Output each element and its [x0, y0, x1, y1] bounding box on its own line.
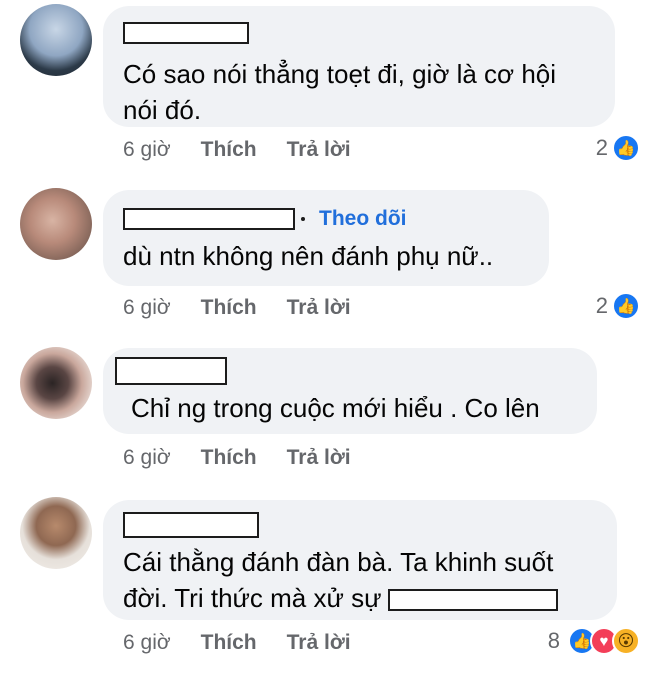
reaction-summary[interactable]: 8 👍 ♥ 😮	[548, 627, 640, 655]
redacted-text	[387, 589, 558, 612]
reply-button[interactable]: Trả lời	[287, 138, 351, 162]
wow-icon: 😮	[612, 627, 640, 655]
comment-meta: 6 giờ Thích Trả lời	[123, 446, 351, 470]
comment-meta: 6 giờ Thích Trả lời	[123, 631, 351, 655]
comment-text: dù ntn không nên đánh phụ nữ..	[123, 241, 494, 271]
avatar[interactable]	[20, 497, 92, 569]
reaction-summary[interactable]: 2 👍	[596, 134, 640, 162]
follow-button[interactable]: Theo dõi	[319, 207, 407, 231]
like-button[interactable]: Thích	[201, 631, 257, 655]
timestamp[interactable]: 6 giờ	[123, 446, 171, 470]
redacted-author-name[interactable]	[115, 357, 227, 385]
avatar[interactable]	[20, 4, 92, 76]
like-icon: 👍	[612, 292, 640, 320]
like-button[interactable]: Thích	[201, 296, 257, 320]
reply-button[interactable]: Trả lời	[287, 296, 351, 320]
comment-meta: 6 giờ Thích Trả lời	[123, 138, 351, 162]
timestamp[interactable]: 6 giờ	[123, 296, 171, 320]
comment-bubble: Theo dõi dù ntn không nên đánh phụ nữ..	[103, 190, 549, 286]
reply-button[interactable]: Trả lời	[287, 446, 351, 470]
reaction-count: 2	[595, 293, 608, 318]
comment-bubble: Có sao nói thẳng toẹt đi, giờ là cơ hội …	[103, 6, 615, 127]
reaction-summary[interactable]: 2 👍	[596, 292, 640, 320]
redacted-author-name[interactable]	[123, 512, 259, 538]
like-button[interactable]: Thích	[201, 138, 257, 162]
like-button[interactable]: Thích	[201, 446, 257, 470]
redacted-author-name[interactable]	[123, 208, 295, 230]
timestamp[interactable]: 6 giờ	[123, 138, 171, 162]
comment-bubble: Chỉ ng trong cuộc mới hiểu . Co lên	[103, 348, 597, 434]
separator-dot	[301, 217, 305, 221]
comment-bubble: Cái thằng đánh đàn bà. Ta khinh suốt đời…	[103, 500, 617, 620]
comment-text: Chỉ ng trong cuộc mới hiểu . Co lên	[131, 393, 540, 423]
comment-meta: 6 giờ Thích Trả lời	[123, 296, 351, 320]
timestamp[interactable]: 6 giờ	[123, 631, 171, 655]
redacted-author-name[interactable]	[123, 22, 249, 44]
reaction-count: 2	[595, 135, 608, 160]
reaction-count: 8	[547, 628, 560, 653]
avatar[interactable]	[20, 188, 92, 260]
comment-text: Có sao nói thẳng toẹt đi, giờ là cơ hội …	[123, 59, 557, 125]
reply-button[interactable]: Trả lời	[287, 631, 351, 655]
like-icon: 👍	[612, 134, 640, 162]
comment-text: Cái thằng đánh đàn bà. Ta khinh suốt đời…	[123, 544, 597, 616]
avatar[interactable]	[20, 347, 92, 419]
